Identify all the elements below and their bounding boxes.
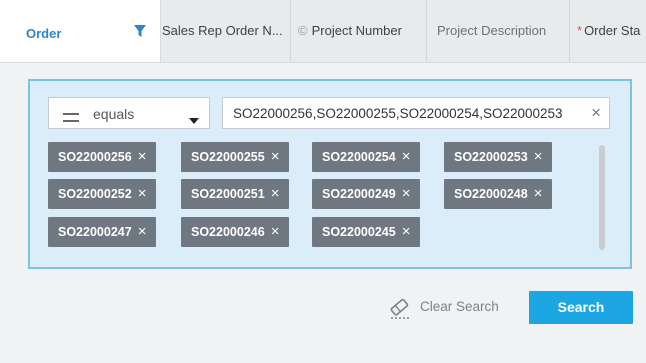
filter-icon[interactable]	[134, 24, 146, 42]
chip-label: SO22000254	[322, 150, 396, 164]
close-icon[interactable]: ×	[534, 148, 543, 165]
operator-select[interactable]: equals	[48, 97, 210, 129]
chip-label: SO22000249	[322, 187, 396, 201]
column-label-order-status: Order Sta	[584, 23, 641, 38]
filter-value-input[interactable]	[233, 103, 581, 123]
filter-chip[interactable]: SO22000251 ×	[181, 179, 290, 209]
chip-label: SO22000252	[58, 187, 132, 201]
column-header-project-number[interactable]: © Project Number	[298, 0, 427, 62]
chip-list-scrollbar[interactable]	[599, 145, 605, 250]
chip-label: SO22000251	[191, 187, 265, 201]
filter-chip[interactable]: SO22000248 ×	[444, 179, 553, 209]
chip-label: SO22000245	[322, 225, 396, 239]
filter-chip[interactable]: SO22000254 ×	[312, 142, 421, 172]
column-header-sales-rep[interactable]: Sales Rep Order N...	[162, 0, 291, 62]
grid-header: Order Sales Rep Order N... © Project Numb…	[0, 0, 646, 63]
filter-value-field[interactable]: ×	[222, 97, 610, 129]
eraser-icon	[388, 296, 414, 323]
clear-search-label: Clear Search	[420, 299, 499, 314]
close-icon[interactable]: ×	[534, 185, 543, 202]
filter-chip[interactable]: SO22000256 ×	[48, 142, 157, 172]
caret-down-icon	[189, 111, 199, 129]
filter-chip[interactable]: SO22000245 ×	[312, 217, 421, 247]
close-icon[interactable]: ×	[402, 223, 411, 240]
chip-label: SO22000253	[454, 150, 528, 164]
filter-chip[interactable]: SO22000249 ×	[312, 179, 421, 209]
search-button[interactable]: Search	[529, 291, 633, 324]
column-label-project-description: Project Description	[437, 23, 547, 38]
circle-icon: ©	[298, 23, 308, 38]
filter-chip[interactable]: SO22000246 ×	[181, 217, 290, 247]
column-label-sales-rep: Sales Rep Order N...	[162, 23, 283, 38]
required-icon: *	[577, 23, 583, 38]
close-icon[interactable]: ×	[402, 185, 411, 202]
close-icon[interactable]: ×	[402, 148, 411, 165]
close-icon[interactable]: ×	[271, 223, 280, 240]
column-header-project-description[interactable]: Project Description	[437, 0, 570, 62]
close-icon[interactable]: ×	[271, 185, 280, 202]
chip-label: SO22000256	[58, 150, 132, 164]
close-icon[interactable]: ×	[271, 148, 280, 165]
close-icon[interactable]: ×	[138, 185, 147, 202]
operator-value: equals	[93, 106, 135, 122]
filter-chip[interactable]: SO22000253 ×	[444, 142, 553, 172]
close-icon[interactable]: ×	[138, 148, 147, 165]
column-header-order-status[interactable]: * Order Sta	[577, 0, 646, 62]
chip-label: SO22000246	[191, 225, 265, 239]
chip-label: SO22000255	[191, 150, 265, 164]
equals-icon	[63, 109, 79, 127]
filter-chip[interactable]: SO22000247 ×	[48, 217, 157, 247]
column-label-order: Order	[26, 26, 62, 41]
column-label-project-number: Project Number	[311, 23, 402, 38]
chip-label: SO22000248	[454, 187, 528, 201]
chip-label: SO22000247	[58, 225, 132, 239]
clear-input-icon[interactable]: ×	[591, 103, 601, 123]
close-icon[interactable]: ×	[138, 223, 147, 240]
column-header-order[interactable]: Order	[0, 0, 161, 62]
filter-chip[interactable]: SO22000255 ×	[181, 142, 290, 172]
filter-chip[interactable]: SO22000252 ×	[48, 179, 157, 209]
